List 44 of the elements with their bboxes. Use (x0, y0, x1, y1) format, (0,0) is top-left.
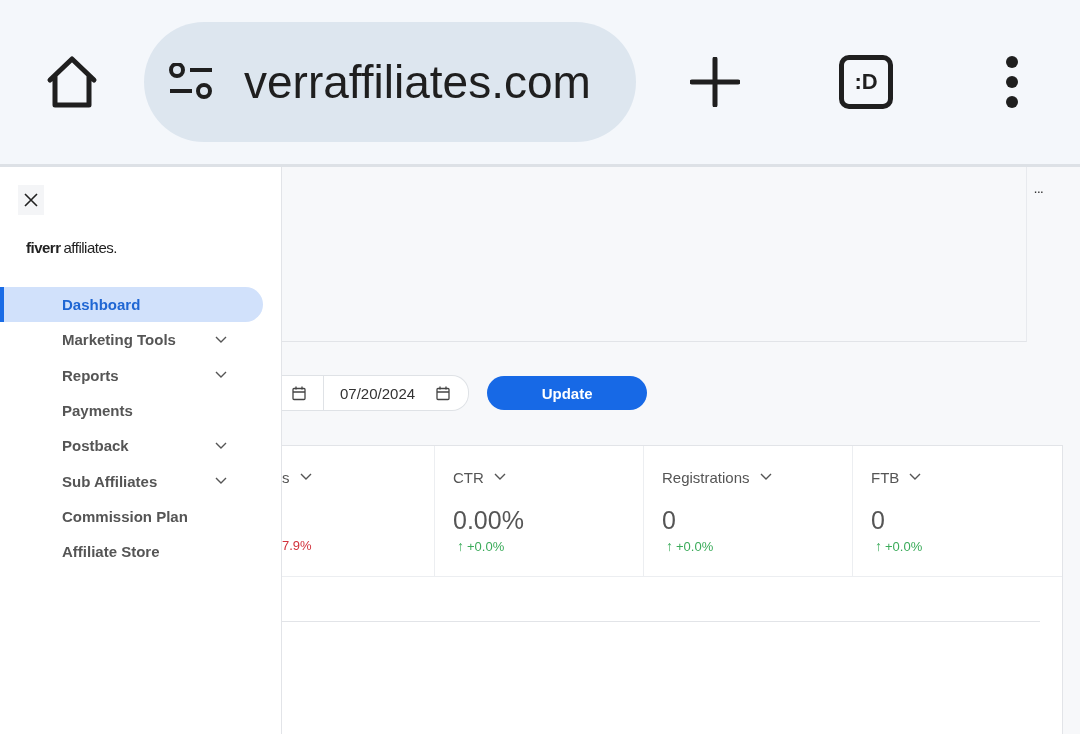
menu-icon[interactable] (1005, 56, 1019, 108)
site-settings-icon[interactable] (168, 63, 214, 101)
date-value[interactable]: 07/20/2024 (340, 384, 416, 402)
chevron-down-icon[interactable] (759, 473, 772, 481)
change-value: +0.0% (467, 538, 505, 554)
tab-switcher-button[interactable]: :D (839, 55, 893, 109)
arrow-up-icon: ↑ (875, 538, 882, 554)
nav-item[interactable]: Reports (0, 357, 263, 393)
nav-item[interactable]: Marketing Tools (0, 322, 263, 358)
metric-label: CTR (453, 468, 484, 486)
url-text: verraffiliates.com (244, 55, 591, 109)
update-button[interactable]: Update (487, 376, 648, 410)
change-value: +0.0% (885, 538, 923, 554)
new-tab-icon[interactable] (690, 57, 740, 107)
nav-item[interactable]: Dashboard (0, 287, 263, 323)
nav-item[interactable]: Payments (0, 392, 263, 429)
chevron-down-icon[interactable] (215, 441, 227, 450)
metric-label: s (282, 468, 290, 486)
close-icon (24, 193, 38, 207)
address-bar[interactable]: verraffiliates.com (144, 22, 636, 142)
chevron-down-icon[interactable] (909, 473, 922, 481)
calendar-icon[interactable] (292, 385, 306, 401)
chevron-down-icon[interactable] (215, 477, 227, 486)
chevron-down-icon[interactable] (493, 473, 506, 481)
change-value: 7.9% (282, 538, 312, 553)
metric-value: 0 (871, 506, 886, 536)
close-button[interactable] (18, 185, 44, 215)
metric-label: FTB (871, 468, 900, 486)
nav-item[interactable]: Affiliate Store (0, 534, 263, 570)
metric-label: Registrations (662, 468, 750, 486)
nav-item[interactable]: Postback (0, 428, 263, 464)
calendar-icon[interactable] (436, 385, 451, 401)
chevron-down-icon[interactable] (215, 335, 227, 344)
nav-item[interactable]: Sub Affiliates (0, 463, 263, 499)
change-value: +0.0% (676, 538, 714, 554)
more-button[interactable]: ··· (1033, 185, 1043, 200)
arrow-up-icon: ↑ (457, 538, 464, 554)
arrow-up-icon: ↑ (666, 538, 673, 554)
chevron-down-icon[interactable] (215, 371, 227, 380)
chevron-down-icon[interactable] (299, 473, 312, 481)
logo: fiverr affiliates. (26, 239, 118, 256)
metric-value: 0.00% (453, 506, 525, 536)
nav-item[interactable]: Commission Plan (0, 498, 263, 535)
metric-value: 0 (662, 506, 677, 536)
